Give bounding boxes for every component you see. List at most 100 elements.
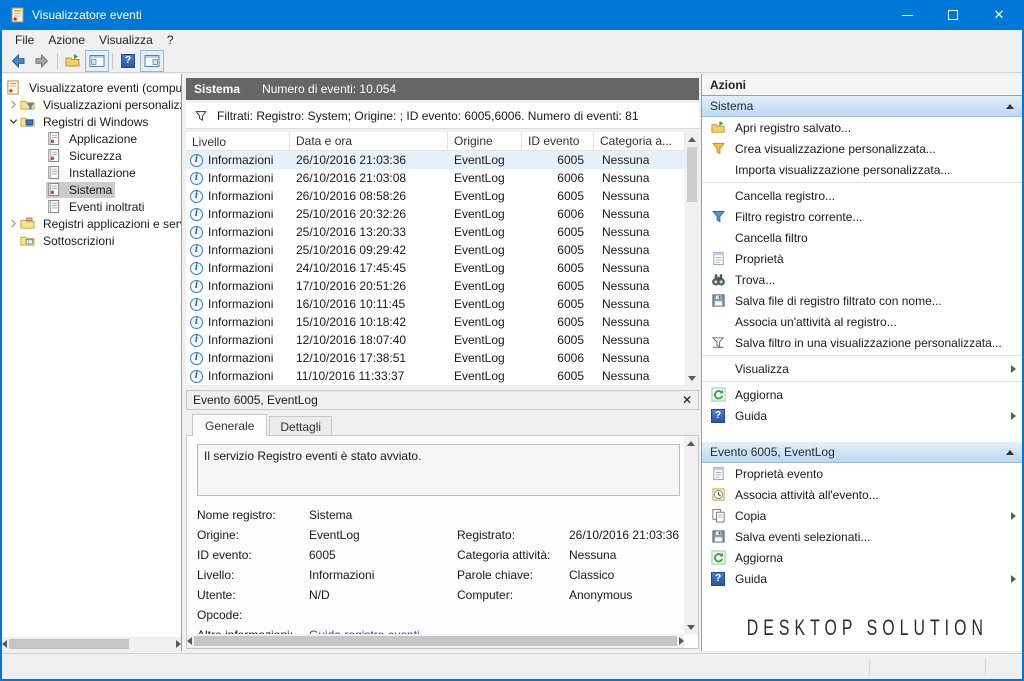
action-salva-file-di-registro-filtrato-con-nome[interactable]: Salva file di registro filtrato con nome…: [702, 290, 1022, 311]
detail-horizontal-scrollbar[interactable]: [187, 634, 684, 648]
tree-item-eventi-inoltrati[interactable]: Eventi inoltrati: [2, 198, 181, 215]
event-row[interactable]: iInformazioni11/10/2016 11:33:37EventLog…: [186, 367, 685, 385]
event-row[interactable]: iInformazioni16/10/2016 10:11:45EventLog…: [186, 295, 685, 313]
action-associa-attivit-all-evento[interactable]: Associa attività all'evento...: [702, 484, 1022, 505]
scroll-down-icon[interactable]: [685, 371, 699, 385]
action-pane-toggle-button[interactable]: [140, 50, 164, 72]
event-category: Nessuna: [594, 315, 685, 329]
event-row[interactable]: iInformazioni12/10/2016 17:38:51EventLog…: [186, 349, 685, 367]
action-salva-eventi-selezionati[interactable]: Salva eventi selezionati...: [702, 526, 1022, 547]
collapse-icon[interactable]: [1006, 450, 1014, 455]
tree-item-applicazione[interactable]: Applicazione: [2, 130, 181, 147]
action-trova[interactable]: Trova...: [702, 269, 1022, 290]
log-red-icon: [46, 182, 62, 198]
action-cancella-filtro[interactable]: Cancella filtro: [702, 227, 1022, 248]
column-header-level[interactable]: Livello: [186, 132, 290, 150]
tab-generale[interactable]: Generale: [192, 414, 267, 436]
event-row[interactable]: iInformazioni26/10/2016 21:03:36EventLog…: [186, 151, 685, 169]
tree-item-sottoscrizioni[interactable]: Sottoscrizioni: [2, 232, 181, 249]
collapse-icon[interactable]: [1006, 104, 1014, 109]
information-icon: i: [190, 172, 203, 185]
tree-item-registri-di-windows[interactable]: Registri di Windows: [2, 113, 181, 130]
tree-item-sistema[interactable]: Sistema: [2, 181, 181, 198]
event-row[interactable]: iInformazioni12/10/2016 18:07:40EventLog…: [186, 331, 685, 349]
tree-item-visualizzatore-eventi-computer[interactable]: Visualizzatore eventi (computer: [2, 79, 181, 96]
event-row[interactable]: iInformazioni15/10/2016 10:18:42EventLog…: [186, 313, 685, 331]
column-header-id[interactable]: ID evento: [522, 132, 594, 150]
action-copia[interactable]: Copia: [702, 505, 1022, 526]
scroll-up-icon[interactable]: [684, 436, 698, 450]
tree-item-registri-applicazioni-e-servizi[interactable]: Registri applicazioni e servizi: [2, 215, 181, 232]
action-filtro-registro-corrente[interactable]: Filtro registro corrente...: [702, 206, 1022, 227]
open-saved-log-button[interactable]: [61, 50, 85, 72]
menu-item-file[interactable]: File: [8, 31, 41, 49]
event-message: Il servizio Registro eventi è stato avvi…: [204, 449, 421, 463]
tree-horizontal-scrollbar[interactable]: [2, 637, 181, 651]
scroll-right-icon[interactable]: [679, 634, 684, 648]
event-row[interactable]: iInformazioni25/10/2016 20:32:26EventLog…: [186, 205, 685, 223]
detail-scrollbar[interactable]: [684, 436, 698, 634]
action-associa-un-attivit-al-registro[interactable]: Associa un'attività al registro...: [702, 311, 1022, 332]
scroll-left-icon[interactable]: [187, 634, 192, 648]
menu-item-[interactable]: ?: [160, 31, 181, 49]
action-apri-registro-salvato[interactable]: Apri registro salvato...: [702, 117, 1022, 138]
event-row[interactable]: iInformazioni25/10/2016 13:20:33EventLog…: [186, 223, 685, 241]
close-detail-icon[interactable]: ✕: [682, 393, 692, 407]
scroll-left-icon[interactable]: [2, 637, 7, 651]
event-row[interactable]: iInformazioni26/10/2016 08:58:26EventLog…: [186, 187, 685, 205]
back-button[interactable]: [6, 50, 30, 72]
action-guida[interactable]: ?Guida: [702, 568, 1022, 589]
close-button[interactable]: ✕: [976, 0, 1022, 30]
action-importa-visualizzazione-personalizzata[interactable]: Importa visualizzazione personalizzata..…: [702, 159, 1022, 180]
event-origin: EventLog: [448, 171, 522, 185]
menu-item-azione[interactable]: Azione: [41, 31, 92, 49]
title-bar: Visualizzatore eventi ✕: [2, 0, 1022, 30]
minimize-button[interactable]: [884, 0, 930, 30]
tab-dettagli[interactable]: Dettagli: [269, 416, 332, 436]
console-tree-toggle-button[interactable]: [85, 50, 109, 72]
event-table-body: iInformazioni26/10/2016 21:03:36EventLog…: [186, 151, 685, 385]
scrollbar-thumb[interactable]: [687, 147, 697, 202]
event-category: Nessuna: [594, 207, 685, 221]
action-crea-visualizzazione-personalizzata[interactable]: Crea visualizzazione personalizzata...: [702, 138, 1022, 159]
scroll-down-icon[interactable]: [684, 620, 698, 634]
chevron-right-icon[interactable]: [6, 100, 20, 109]
scrollbar-thumb[interactable]: [9, 639, 129, 649]
column-header-cat[interactable]: Categoria a...: [594, 132, 685, 150]
event-list-scrollbar[interactable]: [685, 132, 699, 385]
tree-item-installazione[interactable]: Installazione: [2, 164, 181, 181]
event-row[interactable]: iInformazioni25/10/2016 09:29:42EventLog…: [186, 241, 685, 259]
actions-section-header[interactable]: Sistema: [702, 96, 1022, 117]
chevron-down-icon[interactable]: [6, 117, 20, 126]
scroll-up-icon[interactable]: [685, 132, 699, 146]
scroll-right-icon[interactable]: [176, 637, 181, 651]
action-propriet[interactable]: Proprietà: [702, 248, 1022, 269]
tree-item-visualizzazioni-personalizzate[interactable]: Visualizzazioni personalizzate: [2, 96, 181, 113]
field-label: Categoria attività:: [457, 548, 569, 562]
forward-button[interactable]: [30, 50, 54, 72]
event-row[interactable]: iInformazioni17/10/2016 20:51:26EventLog…: [186, 277, 685, 295]
action-aggiorna[interactable]: Aggiorna: [702, 547, 1022, 568]
actions-section-header[interactable]: Evento 6005, EventLog: [702, 442, 1022, 463]
find-icon: [710, 272, 726, 288]
tree-item-sicurezza[interactable]: Sicurezza: [2, 147, 181, 164]
action-salva-filtro-in-una-visualizzazione-personalizzata[interactable]: Salva filtro in una visualizzazione pers…: [702, 332, 1022, 353]
action-aggiorna[interactable]: Aggiorna: [702, 384, 1022, 405]
event-datetime: 26/10/2016 08:58:26: [290, 189, 448, 203]
action-guida[interactable]: ?Guida: [702, 405, 1022, 426]
chevron-right-icon[interactable]: [6, 219, 20, 228]
event-id: 6005: [522, 333, 594, 347]
event-row[interactable]: iInformazioni24/10/2016 17:45:45EventLog…: [186, 259, 685, 277]
event-row[interactable]: iInformazioni26/10/2016 21:03:08EventLog…: [186, 169, 685, 187]
blank-icon: [710, 361, 726, 377]
menu-item-visualizza[interactable]: Visualizza: [92, 31, 160, 49]
action-label: Associa un'attività al registro...: [735, 315, 897, 329]
maximize-button[interactable]: [930, 0, 976, 30]
action-cancella-registro[interactable]: Cancella registro...: [702, 185, 1022, 206]
action-propriet-evento[interactable]: Proprietà evento: [702, 463, 1022, 484]
scrollbar-thumb[interactable]: [194, 636, 677, 646]
help-button[interactable]: ?: [116, 50, 140, 72]
action-visualizza[interactable]: Visualizza: [702, 358, 1022, 379]
column-header-origin[interactable]: Origine: [448, 132, 522, 150]
column-header-date[interactable]: Data e ora: [290, 132, 448, 150]
